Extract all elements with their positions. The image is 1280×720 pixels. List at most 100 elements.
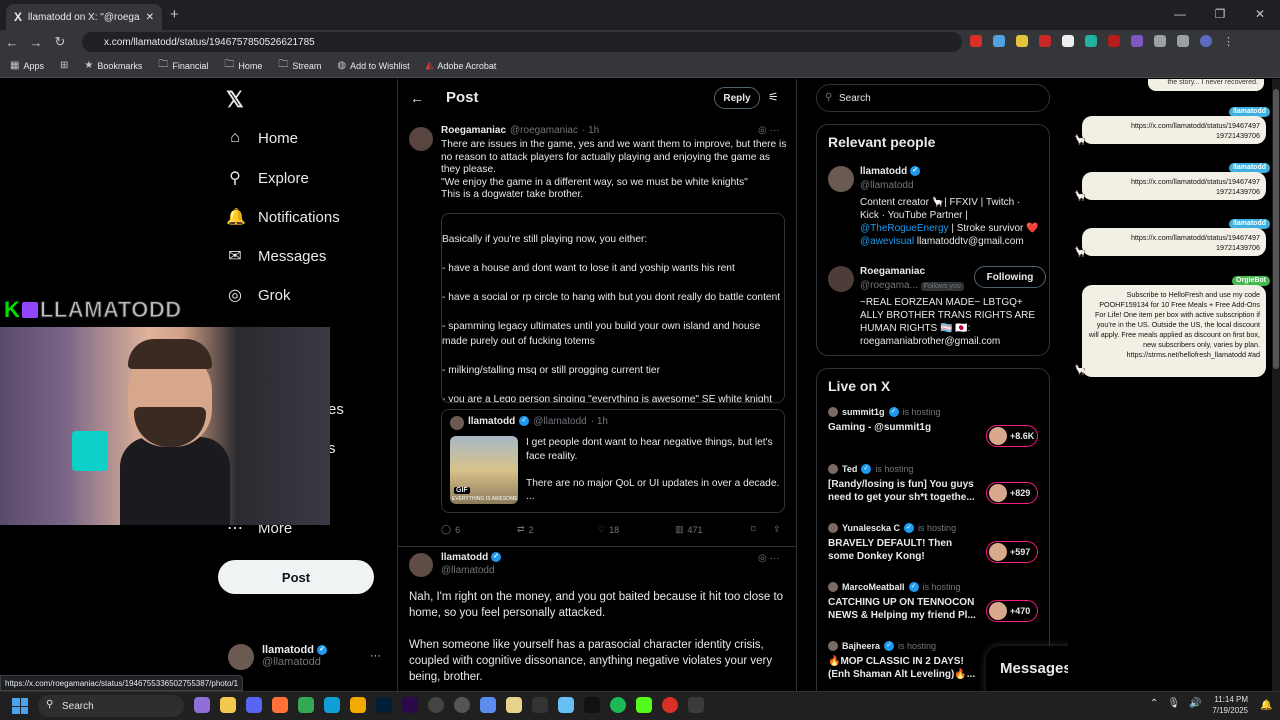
app-icon[interactable] xyxy=(480,697,496,713)
extension-icon[interactable] xyxy=(1131,35,1143,47)
premiere-icon[interactable] xyxy=(402,697,418,713)
person-name[interactable]: llamatodd ✓ xyxy=(860,166,921,177)
url-input[interactable]: x.com/llamatodd/status/19467578505266217… xyxy=(82,32,962,52)
grok-icon[interactable]: ◎ xyxy=(758,553,767,564)
live-item[interactable]: MarcoMeatball ✓ is hosting CATCHING UP ON … xyxy=(828,582,1040,622)
bio-link[interactable]: @awevisual xyxy=(860,236,914,247)
file-explorer-icon[interactable] xyxy=(220,697,236,713)
nav-notifications[interactable]: 🔔 Notifications xyxy=(226,207,340,227)
new-tab-icon[interactable]: + xyxy=(170,6,179,23)
tweet-image[interactable]: Basically if you're still playing now, y… xyxy=(441,213,785,403)
chrome-icon[interactable] xyxy=(298,697,314,713)
side-panel-icon[interactable] xyxy=(1177,35,1189,47)
menu-dots-icon[interactable]: ⋮ xyxy=(1223,35,1235,48)
views-action[interactable]: ▥ 471 xyxy=(675,524,703,535)
live-item[interactable]: Yunalescka C ✓ is hosting BRAVELY DEFAULT!… xyxy=(828,523,1040,563)
account-switcher[interactable]: llamatodd ✓ @llamatodd ··· xyxy=(228,644,381,670)
app-icon[interactable] xyxy=(506,697,522,713)
obs-icon[interactable] xyxy=(428,697,444,713)
nav-explore[interactable]: ⚲ Explore xyxy=(226,168,309,188)
listener-count[interactable]: +8.6K xyxy=(986,425,1038,447)
live-item[interactable]: summit1g ✓ is hosting Gaming - @summit1g +… xyxy=(828,407,1040,447)
photoshop-icon[interactable] xyxy=(376,697,392,713)
bookmark-acrobat[interactable]: ◭ Adobe Acrobat xyxy=(426,60,497,71)
live-item[interactable]: Ted ✓ is hosting [Randy/losing is fun] You… xyxy=(828,464,1040,504)
author-name[interactable]: Roegamaniac xyxy=(441,125,506,136)
extension-icon[interactable] xyxy=(1039,35,1051,47)
avatar[interactable] xyxy=(828,166,854,192)
chevron-up-icon[interactable]: ⌃ xyxy=(1150,698,1158,709)
page-scrollbar[interactable] xyxy=(1272,79,1280,691)
extension-icon[interactable] xyxy=(993,35,1005,47)
tab-close-icon[interactable]: ✕ xyxy=(146,12,154,23)
profile-avatar[interactable] xyxy=(1200,35,1212,47)
maximize-icon[interactable]: ❐ xyxy=(1200,0,1240,28)
quote-gif-thumbnail[interactable]: GIF EVERYTHING IS AWESOME xyxy=(450,436,518,504)
app-icon[interactable] xyxy=(454,697,470,713)
app-icon[interactable] xyxy=(688,697,704,713)
discord-icon[interactable] xyxy=(246,697,262,713)
taskbar-search[interactable]: ⚲ Search xyxy=(38,695,184,717)
bookmark-icon[interactable]: ⌑ xyxy=(751,524,756,535)
close-window-icon[interactable]: ✕ xyxy=(1240,0,1280,28)
repost-action[interactable]: ⇄ 2 xyxy=(517,524,534,535)
author-name[interactable]: llamatodd ✓ xyxy=(441,552,502,563)
reply-action[interactable]: ◯ 6 xyxy=(441,524,460,535)
following-button[interactable]: Following xyxy=(974,266,1046,288)
x-app-icon[interactable] xyxy=(584,697,600,713)
bio-link[interactable]: @TheRogueEnergy xyxy=(860,223,949,234)
edge-icon[interactable] xyxy=(324,697,340,713)
tweet-menu[interactable]: ◎ ··· xyxy=(758,125,780,136)
tweet[interactable]: llamatodd ✓ @llamatodd ◎ ··· Nah, I'm ri… xyxy=(398,548,796,691)
nav-home[interactable]: ⌂ Home xyxy=(226,129,298,147)
forward-icon[interactable]: → xyxy=(24,35,48,50)
puzzle-icon[interactable] xyxy=(1154,35,1166,47)
app-icon[interactable] xyxy=(532,697,548,713)
windows-start-icon[interactable] xyxy=(12,698,28,714)
bookmark-stream[interactable]: 🗀 Stream xyxy=(278,57,321,74)
minimize-icon[interactable]: — xyxy=(1160,0,1200,28)
reply-button[interactable]: Reply xyxy=(714,87,760,109)
share-icon[interactable]: ⇪ xyxy=(773,524,781,535)
nav-partial-item[interactable]: es xyxy=(328,401,344,418)
nav-messages[interactable]: ✉ Messages xyxy=(226,246,326,266)
avatar[interactable] xyxy=(409,553,433,577)
search-input[interactable]: ⚲ Search xyxy=(816,84,1050,112)
post-button[interactable]: Post xyxy=(218,560,374,594)
like-action[interactable]: ♡ 18 xyxy=(597,524,619,535)
extension-icon[interactable] xyxy=(1016,35,1028,47)
reload-icon[interactable]: ↻ xyxy=(48,34,72,50)
listener-count[interactable]: +829 xyxy=(986,482,1038,504)
extension-icon[interactable] xyxy=(1085,35,1097,47)
scrollbar-thumb[interactable] xyxy=(1273,89,1279,369)
browser-tab[interactable]: X llamatodd on X: "@roegamani… ✕ xyxy=(6,4,162,30)
person-name[interactable]: Roegamaniac xyxy=(860,266,925,277)
bookmark-star[interactable]: ⊞ xyxy=(60,60,68,71)
listener-count[interactable]: +597 xyxy=(986,541,1038,563)
notification-bell-icon[interactable]: 🔔 xyxy=(1260,700,1272,711)
more-dots-icon[interactable]: ··· xyxy=(770,125,780,136)
more-dots-icon[interactable]: ··· xyxy=(770,553,780,564)
back-arrow-icon[interactable]: ← xyxy=(410,90,424,106)
bookmark-home[interactable]: 🗀 Home xyxy=(224,57,262,74)
quoted-tweet[interactable]: llamatodd ✓ @llamatodd · 1h GIF EVERYTHI… xyxy=(441,409,785,513)
tweet-menu[interactable]: ◎ ··· xyxy=(758,553,780,564)
x-logo-icon[interactable]: 𝕏 xyxy=(226,87,244,113)
extension-icon[interactable] xyxy=(1062,35,1074,47)
extension-icon[interactable] xyxy=(1108,35,1120,47)
microphone-icon[interactable]: 🎙 xyxy=(1167,698,1180,709)
kick-icon[interactable] xyxy=(636,697,652,713)
app-icon[interactable] xyxy=(350,697,366,713)
spotify-icon[interactable] xyxy=(610,697,626,713)
more-dots-icon[interactable]: ··· xyxy=(370,650,381,662)
back-icon[interactable]: ← xyxy=(0,35,24,50)
bookmark-apps[interactable]: ▦ Apps xyxy=(10,60,44,71)
system-clock[interactable]: 11:14 PM 7/19/2025 xyxy=(1198,694,1248,716)
bookmark-bookmarks[interactable]: ★ Bookmarks xyxy=(84,60,142,71)
extension-icon[interactable] xyxy=(970,35,982,47)
grok-icon[interactable]: ◎ xyxy=(758,125,767,136)
bookmark-wishlist[interactable]: ◍ Add to Wishlist xyxy=(337,60,409,71)
avatar[interactable] xyxy=(409,127,433,151)
app-icon[interactable] xyxy=(662,697,678,713)
steam-icon[interactable] xyxy=(558,697,574,713)
